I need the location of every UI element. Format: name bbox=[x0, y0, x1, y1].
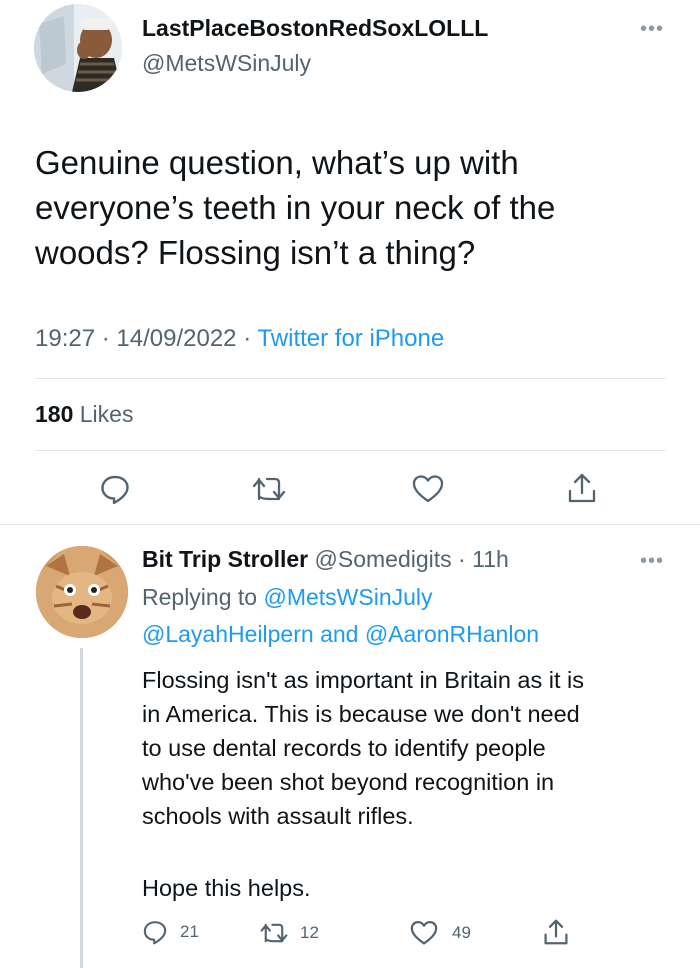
thread-line bbox=[80, 648, 83, 968]
likes-summary[interactable]: 180 Likes bbox=[35, 401, 133, 428]
reply-line: schools with assault rifles. bbox=[142, 803, 414, 829]
reply-tweet-text: Flossing isn't as important in Britain a… bbox=[142, 663, 682, 833]
like-icon bbox=[410, 921, 438, 945]
replying-to-mention[interactable]: @LayahHeilpern bbox=[142, 621, 314, 647]
replying-to-mention[interactable]: @MetsWSinJuly bbox=[263, 584, 432, 610]
share-icon bbox=[568, 473, 596, 503]
main-more-icon[interactable]: ••• bbox=[640, 18, 664, 41]
replying-to-line-1: Replying to @MetsWSinJuly bbox=[142, 584, 433, 611]
tweet-date[interactable]: 14/09/2022 bbox=[116, 325, 236, 352]
reply-age[interactable]: 11h bbox=[472, 546, 509, 572]
reply-closing-line: Hope this helps. bbox=[142, 875, 311, 901]
replying-to-mention[interactable]: @AaronRHanlon bbox=[365, 621, 539, 647]
reply-line: Flossing isn't as important in Britain a… bbox=[142, 667, 585, 693]
like-button[interactable] bbox=[412, 474, 444, 504]
reply-avatar[interactable] bbox=[36, 546, 128, 638]
reply-line: in America. This is because we don't nee… bbox=[142, 701, 580, 727]
replying-to-line-2: @LayahHeilpern and @AaronRHanlon bbox=[142, 621, 539, 648]
main-tweet-meta: 19:27 · 14/09/2022 · Twitter for iPhone bbox=[35, 325, 444, 353]
main-display-name[interactable]: LastPlaceBostonRedSoxLOLLL bbox=[142, 15, 488, 42]
reply-reply-button[interactable]: 21 bbox=[142, 919, 199, 945]
avatar-image bbox=[34, 4, 122, 92]
divider bbox=[35, 450, 666, 451]
reply-icon bbox=[101, 475, 129, 505]
share-button[interactable] bbox=[567, 471, 597, 505]
replying-prefix: Replying to bbox=[142, 584, 258, 610]
tweet-time[interactable]: 19:27 bbox=[35, 325, 95, 352]
meta-separator: · bbox=[243, 325, 258, 352]
reply-line: to use dental records to identify people bbox=[142, 735, 546, 761]
main-tweet-line: everyone’s teeth in your neck of the bbox=[35, 189, 556, 226]
reply-button[interactable] bbox=[99, 473, 131, 505]
likes-label: Likes bbox=[79, 401, 134, 427]
main-tweet-text: Genuine question, what’s up with everyon… bbox=[35, 140, 675, 275]
reply-header: Bit Trip Stroller @Somedigits · 11h bbox=[142, 546, 509, 573]
retweet-button[interactable] bbox=[252, 475, 286, 503]
reply-like-button[interactable]: 49 bbox=[410, 920, 471, 946]
reply-handle[interactable]: @Somedigits bbox=[315, 546, 452, 572]
replying-and: and bbox=[320, 621, 359, 647]
reply-share-button[interactable] bbox=[543, 917, 569, 952]
share-icon bbox=[544, 919, 568, 945]
reply-line: who've been shot beyond recognition in bbox=[142, 769, 555, 795]
tweet-source[interactable]: Twitter for iPhone bbox=[257, 325, 444, 352]
meta-separator: · bbox=[451, 546, 473, 572]
retweet-icon bbox=[252, 477, 286, 501]
likes-count: 180 bbox=[35, 401, 74, 427]
retweet-count: 12 bbox=[300, 923, 319, 942]
meta-separator: · bbox=[101, 325, 117, 352]
reply-display-name[interactable]: Bit Trip Stroller bbox=[142, 546, 308, 572]
like-count: 49 bbox=[452, 923, 471, 942]
main-tweet-line: woods? Flossing isn’t a thing? bbox=[35, 234, 476, 271]
reply-more-icon[interactable]: ••• bbox=[640, 550, 664, 573]
main-handle[interactable]: @MetsWSinJuly bbox=[142, 50, 311, 77]
divider bbox=[0, 524, 700, 525]
reply-count: 21 bbox=[180, 922, 199, 941]
retweet-icon bbox=[260, 923, 288, 943]
divider bbox=[35, 378, 666, 379]
like-icon bbox=[412, 475, 444, 503]
main-avatar[interactable] bbox=[34, 4, 122, 92]
reply-icon bbox=[143, 921, 167, 945]
avatar-image bbox=[36, 546, 128, 638]
main-tweet-line: Genuine question, what’s up with bbox=[35, 144, 519, 181]
reply-retweet-button[interactable]: 12 bbox=[260, 921, 319, 945]
